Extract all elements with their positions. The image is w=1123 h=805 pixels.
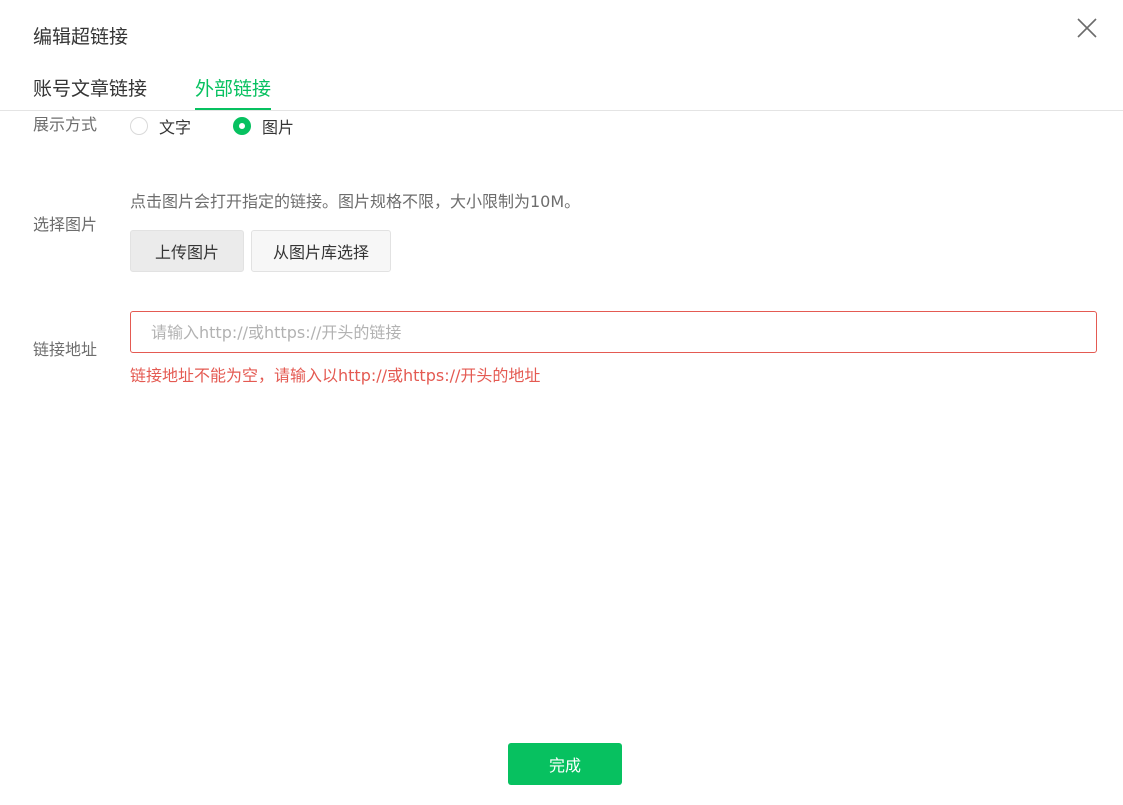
radio-unchecked-icon xyxy=(130,117,148,135)
link-address-input[interactable] xyxy=(130,311,1097,353)
dialog-title: 编辑超链接 xyxy=(33,26,129,48)
done-button[interactable]: 完成 xyxy=(508,743,622,785)
active-tab-indicator xyxy=(195,108,271,110)
tab-account-article-link[interactable]: 账号文章链接 xyxy=(33,76,147,102)
radio-text-label: 文字 xyxy=(159,118,192,137)
close-icon xyxy=(1077,18,1097,38)
close-button[interactable] xyxy=(1074,15,1100,41)
link-address-label: 链接地址 xyxy=(33,340,98,359)
choose-from-library-button[interactable]: 从图片库选择 xyxy=(251,230,391,272)
upload-image-button[interactable]: 上传图片 xyxy=(130,230,244,272)
image-hint-text: 点击图片会打开指定的链接。图片规格不限，大小限制为10M。 xyxy=(130,192,581,211)
edit-hyperlink-dialog: 编辑超链接 账号文章链接 外部链接 展示方式 文字 图片 选择图片 点击图片会打… xyxy=(0,0,1123,805)
radio-image[interactable]: 图片 xyxy=(233,115,294,137)
radio-text[interactable]: 文字 xyxy=(130,115,191,137)
tab-bar: 账号文章链接 外部链接 xyxy=(0,74,1123,111)
display-mode-label: 展示方式 xyxy=(33,115,98,134)
select-image-label: 选择图片 xyxy=(33,215,98,234)
radio-checked-icon xyxy=(233,117,251,135)
link-address-error: 链接地址不能为空，请输入以http://或https://开头的地址 xyxy=(130,366,541,385)
tab-external-link[interactable]: 外部链接 xyxy=(195,76,271,102)
radio-image-label: 图片 xyxy=(262,118,295,137)
